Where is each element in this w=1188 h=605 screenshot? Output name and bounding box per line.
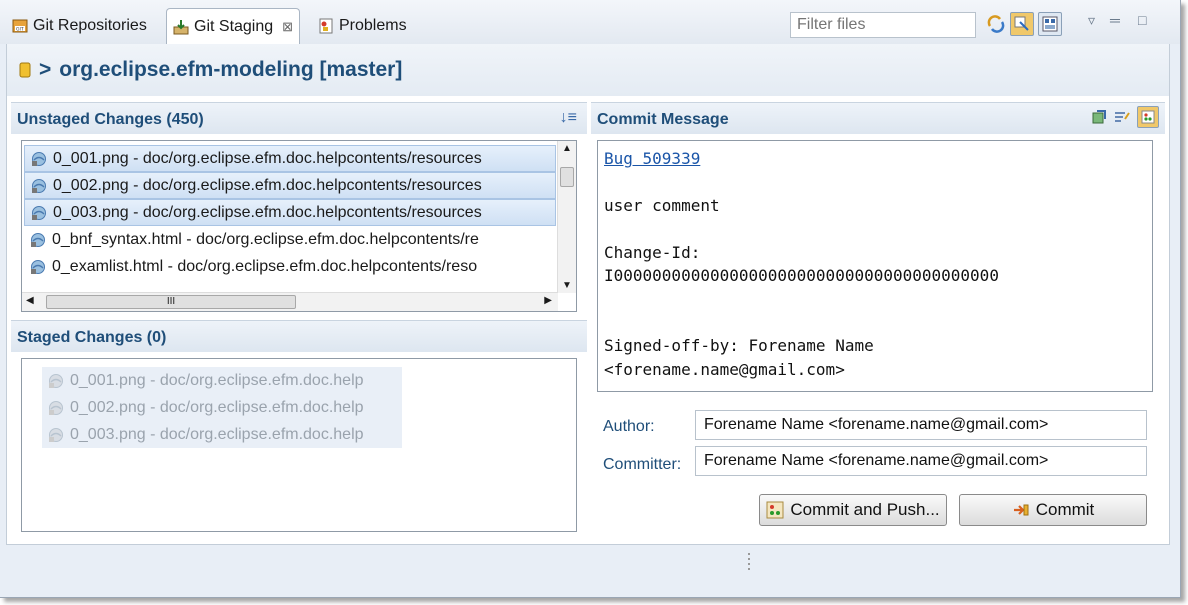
commit-message-line xyxy=(604,311,1146,334)
h-scroll-thumb[interactable]: III xyxy=(46,295,296,309)
modified-file-icon xyxy=(49,373,63,388)
repository-icon xyxy=(19,62,31,78)
file-path: 0_003.png - doc/org.eclipse.efm.doc.help… xyxy=(53,203,482,221)
unstaged-file-row[interactable]: 0_002.png - doc/org.eclipse.efm.doc.help… xyxy=(24,172,556,199)
tab-label: Problems xyxy=(339,17,407,34)
refresh-icon xyxy=(987,15,1005,33)
scroll-down-icon[interactable]: ▼ xyxy=(562,280,572,291)
commit-button[interactable]: Commit xyxy=(959,494,1147,526)
scroll-up-icon[interactable]: ▲ xyxy=(562,143,572,154)
commit-message-line: I000000000000000000000000000000000000000… xyxy=(604,265,999,285)
staged-file-row[interactable]: 0_002.png - doc/org.eclipse.efm.doc.help xyxy=(42,394,402,421)
commit-message-line: <forename.name@gmail.com> xyxy=(604,359,845,379)
bug-link[interactable]: Bug 509339 xyxy=(604,147,1146,170)
commit-message-textarea[interactable]: Bug 509339 user comment Change-Id: I0000000… xyxy=(597,140,1153,392)
modified-file-icon xyxy=(31,259,45,274)
modified-file-icon xyxy=(49,427,63,442)
modified-file-icon xyxy=(32,151,46,166)
minimize-icon[interactable]: ═ xyxy=(1110,12,1120,28)
commit-message-line: Change-Id: xyxy=(604,242,701,262)
commit-label: Commit xyxy=(1035,500,1095,519)
modified-file-icon xyxy=(32,205,46,220)
refresh-button[interactable] xyxy=(984,12,1008,36)
repository-name: org.eclipse.efm-modeling [master] xyxy=(59,58,403,81)
view-tab-bar: GIT Git Repositories Git Staging ⊠ Probl… xyxy=(0,0,1180,44)
unstaged-changes-section: Unstaged Changes (450) ↓≡ 0_001.png - do… xyxy=(11,102,587,318)
repository-title: > org.eclipse.efm-modeling [master] xyxy=(19,58,402,82)
staged-file-row[interactable]: 0_003.png - doc/org.eclipse.efm.doc.help xyxy=(42,421,402,448)
tab-label: Git Staging xyxy=(194,17,274,35)
commit-message-title: Commit Message xyxy=(597,111,729,128)
commit-message-line xyxy=(604,217,1146,240)
link-selection-icon xyxy=(1014,16,1029,31)
file-path: 0_003.png - doc/org.eclipse.efm.doc.help xyxy=(70,425,364,443)
staged-file-row[interactable]: 0_001.png - doc/org.eclipse.efm.doc.help xyxy=(42,367,402,394)
committer-input[interactable] xyxy=(695,446,1147,476)
gerrit-icon xyxy=(1141,110,1155,124)
scroll-right-icon[interactable]: ▶ xyxy=(544,295,552,306)
unstaged-file-row[interactable]: 0_003.png - doc/org.eclipse.efm.doc.help… xyxy=(24,199,556,226)
svg-text:GIT: GIT xyxy=(16,27,24,33)
scroll-left-icon[interactable]: ◀ xyxy=(26,295,34,306)
filter-files-input[interactable] xyxy=(790,12,976,38)
vertical-scrollbar[interactable]: ▲ ▼ xyxy=(557,141,576,293)
commit-message-line xyxy=(604,287,1146,310)
scroll-grip: III xyxy=(166,296,176,307)
author-label: Author: xyxy=(603,418,655,435)
file-path: 0_002.png - doc/org.eclipse.efm.doc.help xyxy=(70,398,364,416)
commit-and-push-label: Commit and Push... xyxy=(790,500,940,519)
file-path: 0_bnf_syntax.html - doc/org.eclipse.efm.… xyxy=(52,230,479,248)
commit-message-header: Commit Message xyxy=(591,102,1165,134)
unstaged-changes-title: Unstaged Changes (450) xyxy=(17,111,204,128)
commit-message-line xyxy=(604,170,1146,193)
git-staging-view: GIT Git Repositories Git Staging ⊠ Probl… xyxy=(0,0,1181,598)
change-id-toggle[interactable] xyxy=(1137,106,1159,128)
commit-push-icon xyxy=(766,501,784,519)
layout-icon xyxy=(1042,16,1058,32)
problems-icon xyxy=(319,18,333,34)
commit-message-line: Signed-off-by: Forename Name xyxy=(604,336,874,356)
presentation-button[interactable] xyxy=(1038,12,1062,36)
repository-prefix: > xyxy=(39,58,52,81)
sort-icon[interactable]: ↓≡ xyxy=(560,109,577,127)
maximize-icon[interactable]: □ xyxy=(1138,12,1146,28)
tab-git-repositories[interactable]: GIT Git Repositories xyxy=(6,10,153,42)
view-menu-icon[interactable]: ▿ xyxy=(1088,12,1095,29)
commit-icon xyxy=(1013,504,1029,516)
commit-and-push-button[interactable]: Commit and Push... xyxy=(759,494,947,526)
tab-git-staging[interactable]: Git Staging ⊠ xyxy=(166,8,301,44)
file-path: 0_001.png - doc/org.eclipse.efm.doc.help xyxy=(70,371,364,389)
unstaged-file-row[interactable]: 0_examlist.html - doc/org.eclipse.efm.do… xyxy=(24,253,556,280)
commit-message-line: user comment xyxy=(604,195,720,215)
signed-off-icon[interactable] xyxy=(1113,109,1131,130)
file-path: 0_001.png - doc/org.eclipse.efm.doc.help… xyxy=(53,149,482,167)
git-staging-icon xyxy=(173,19,189,34)
tab-problems[interactable]: Problems xyxy=(312,10,413,42)
unstaged-file-row[interactable]: 0_001.png - doc/org.eclipse.efm.doc.help… xyxy=(24,145,556,172)
unstaged-files-list[interactable]: 0_001.png - doc/org.eclipse.efm.doc.help… xyxy=(21,140,577,312)
staged-changes-section: Staged Changes (0) 0_001.png - doc/org.e… xyxy=(11,320,587,542)
modified-file-icon xyxy=(31,232,45,247)
modified-file-icon xyxy=(32,178,46,193)
unstaged-file-row[interactable]: 0_bnf_syntax.html - doc/org.eclipse.efm.… xyxy=(24,226,556,253)
unstaged-changes-header: Unstaged Changes (450) ↓≡ xyxy=(11,102,587,134)
staged-changes-title: Staged Changes (0) xyxy=(17,329,167,346)
sash-handle[interactable] xyxy=(748,553,751,573)
amend-icon[interactable] xyxy=(1091,109,1107,130)
repository-header: > org.eclipse.efm-modeling [master] xyxy=(7,44,1169,96)
close-tab-icon[interactable]: ⊠ xyxy=(282,19,293,35)
scroll-thumb[interactable] xyxy=(560,167,574,187)
author-input[interactable] xyxy=(695,410,1147,440)
horizontal-scrollbar[interactable]: ◀ III ▶ xyxy=(22,292,558,311)
link-with-selection-button[interactable] xyxy=(1010,12,1034,36)
committer-label: Committer: xyxy=(603,456,682,473)
staging-content: > org.eclipse.efm-modeling [master] Unst… xyxy=(6,44,1170,545)
file-path: 0_002.png - doc/org.eclipse.efm.doc.help… xyxy=(53,176,482,194)
git-repositories-icon: GIT xyxy=(12,19,28,33)
file-path: 0_examlist.html - doc/org.eclipse.efm.do… xyxy=(52,257,478,275)
tab-label: Git Repositories xyxy=(33,17,147,34)
staged-changes-header: Staged Changes (0) xyxy=(11,320,587,352)
staged-files-list[interactable]: 0_001.png - doc/org.eclipse.efm.doc.help… xyxy=(21,358,577,532)
modified-file-icon xyxy=(49,400,63,415)
